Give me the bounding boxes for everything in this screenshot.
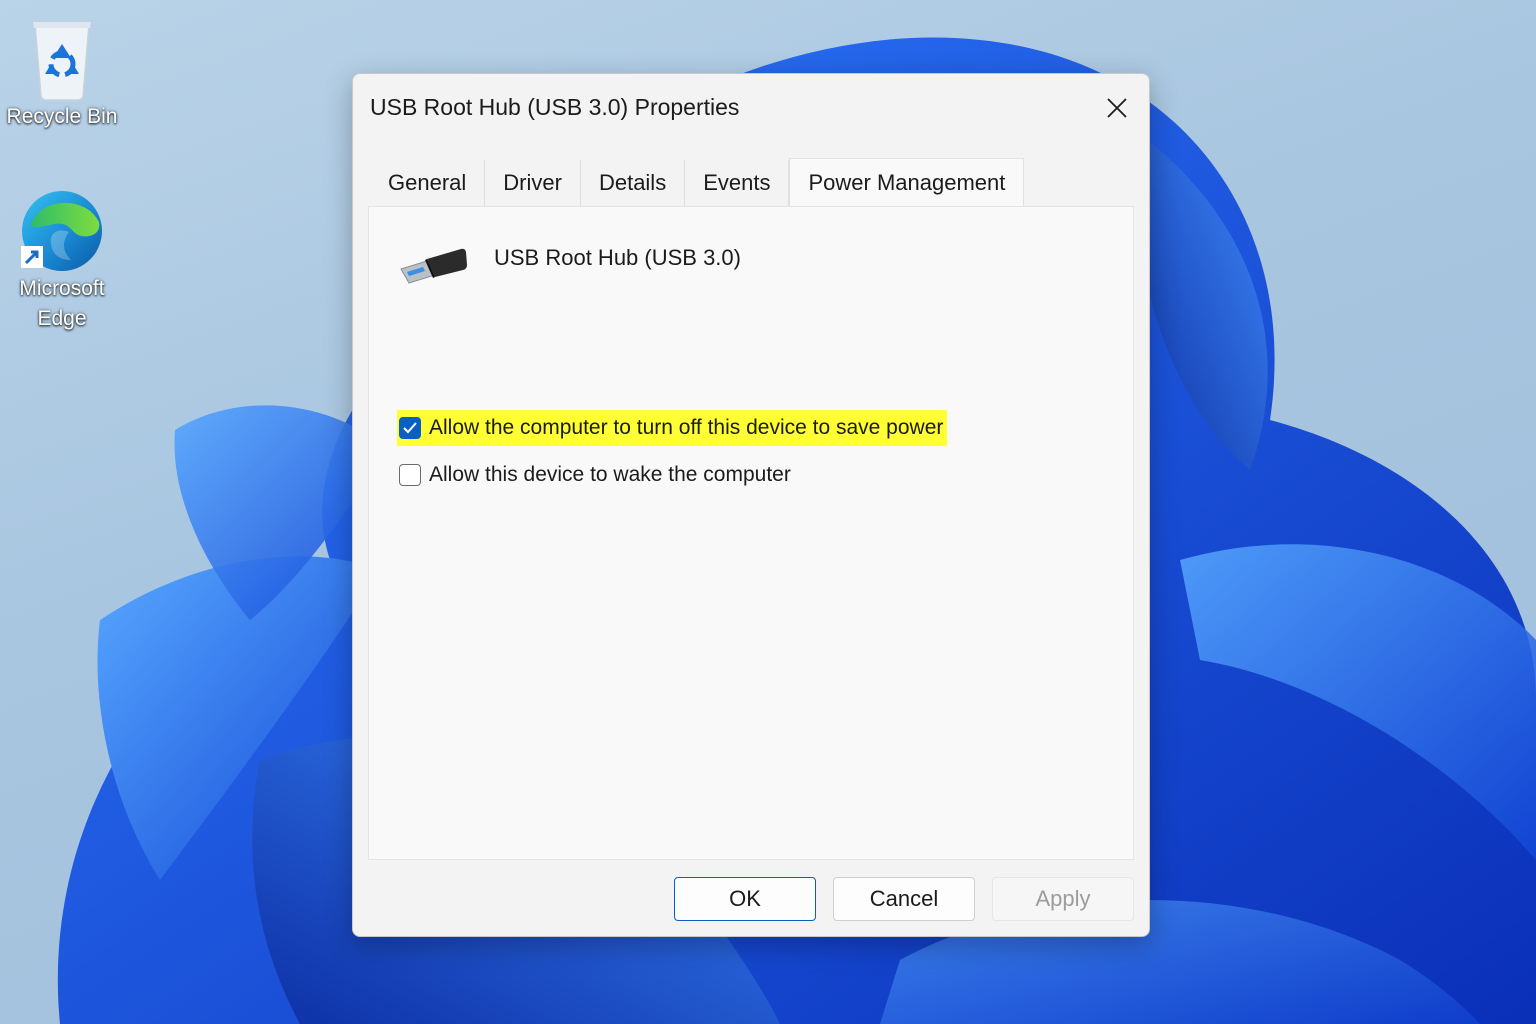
- apply-button[interactable]: Apply: [992, 877, 1134, 921]
- usb-connector-icon: [400, 248, 467, 284]
- tab-bar: General Driver Details Events Power Mana…: [370, 158, 1025, 206]
- desktop-icon-microsoft-edge[interactable]: Microsoft Edge: [0, 188, 124, 334]
- tab-driver[interactable]: Driver: [485, 160, 581, 206]
- allow-wake-checkbox[interactable]: [399, 464, 421, 486]
- option-allow-wake[interactable]: Allow this device to wake the computer: [397, 457, 795, 493]
- cancel-button[interactable]: Cancel: [833, 877, 975, 921]
- allow-turn-off-checkbox[interactable]: [399, 417, 421, 439]
- microsoft-edge-icon: [21, 191, 102, 271]
- option-allow-turn-off[interactable]: Allow the computer to turn off this devi…: [397, 410, 948, 446]
- tab-power-management[interactable]: Power Management: [789, 158, 1025, 206]
- option-label: Allow the computer to turn off this devi…: [429, 416, 944, 439]
- desktop: Recycle Bin Microsoft Edge USB Root Hub …: [0, 0, 1536, 1024]
- desktop-icon-label-line1: Microsoft: [19, 277, 105, 300]
- properties-dialog: USB Root Hub (USB 3.0) Properties Genera…: [352, 73, 1150, 937]
- option-label: Allow this device to wake the computer: [429, 463, 791, 486]
- tab-general[interactable]: General: [370, 160, 486, 206]
- checkmark-icon: [403, 422, 417, 434]
- ok-button[interactable]: OK: [674, 877, 816, 921]
- tab-panel-power-management: USB Root Hub (USB 3.0) Allow the compute…: [368, 206, 1134, 860]
- close-icon: [1107, 98, 1127, 118]
- desktop-icon-recycle-bin[interactable]: Recycle Bin: [0, 14, 124, 132]
- desktop-icon-label: Recycle Bin: [6, 105, 118, 128]
- tab-events[interactable]: Events: [685, 160, 790, 206]
- recycle-bin-icon: [33, 22, 91, 101]
- desktop-icon-label-line2: Edge: [37, 307, 87, 330]
- tab-details[interactable]: Details: [581, 160, 686, 206]
- device-name: USB Root Hub (USB 3.0): [494, 245, 741, 270]
- close-button[interactable]: [1097, 88, 1137, 128]
- dialog-title: USB Root Hub (USB 3.0) Properties: [370, 94, 740, 120]
